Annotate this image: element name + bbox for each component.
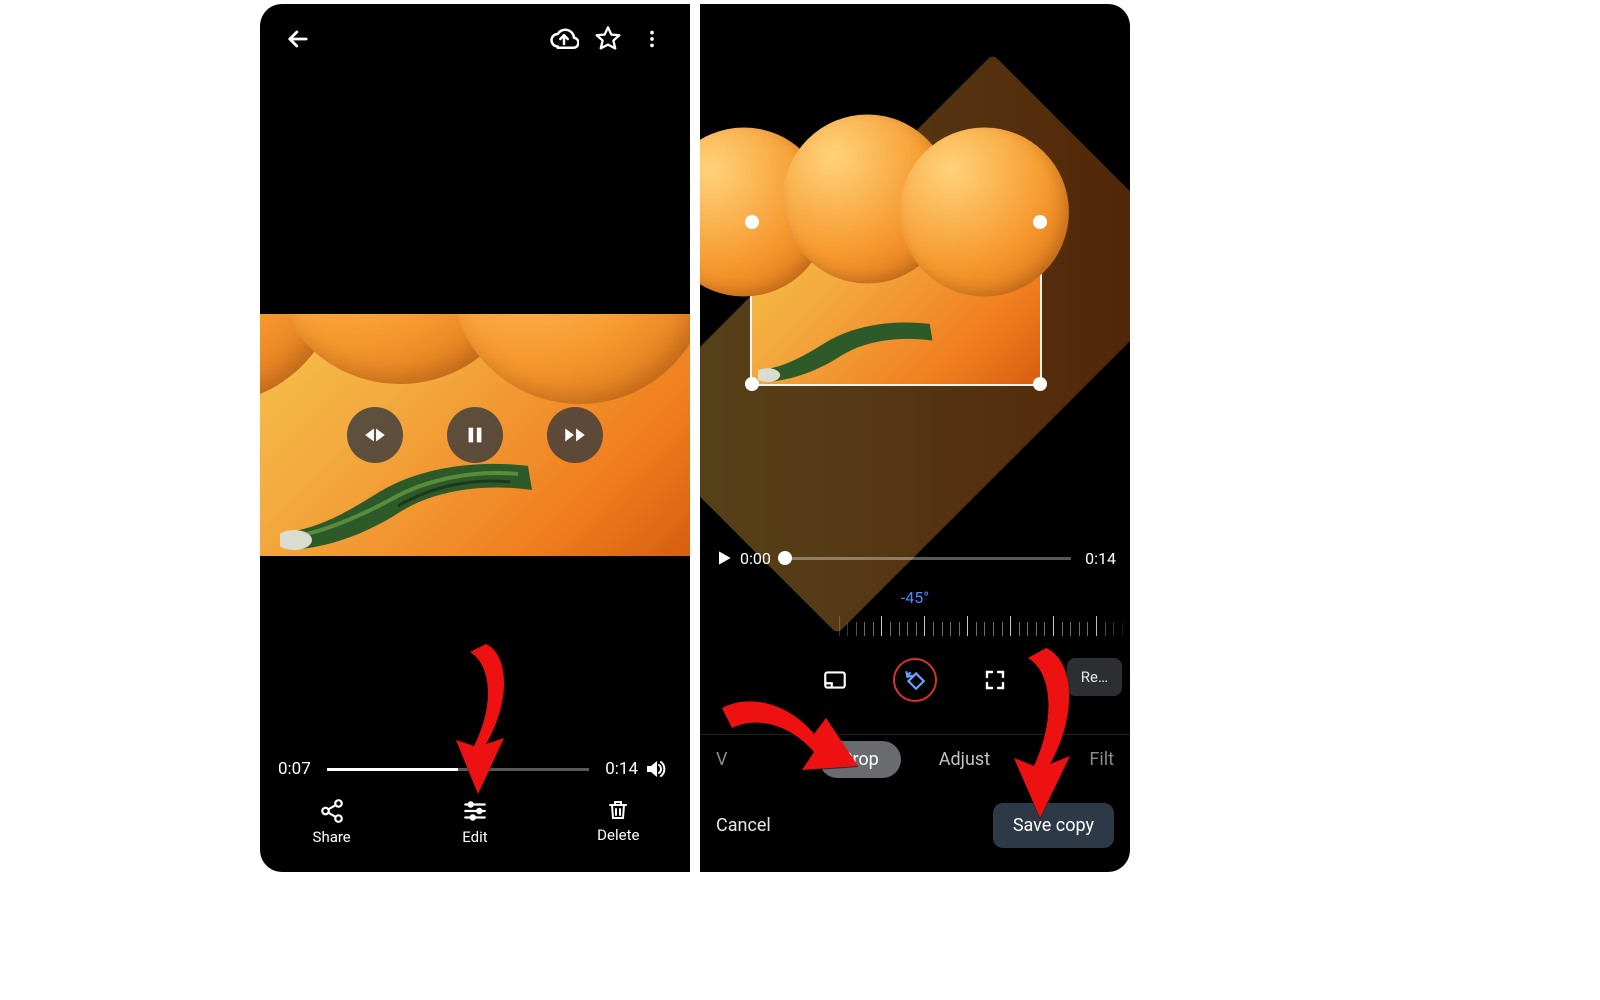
star-outline-icon[interactable] [586,17,630,61]
time-total: 0:14 [605,759,638,779]
crop-stem [758,318,938,388]
editor-time-total: 0:14 [1085,549,1116,568]
editor-time-current: 0:00 [740,549,771,568]
crop-box[interactable] [752,222,1040,384]
editor-thumb[interactable] [778,551,792,565]
viewer-screen: 0:07 0:14 Share Edit Delete [260,4,690,872]
edit-button[interactable]: Edit [430,798,520,846]
crop-handle-br[interactable] [1033,377,1047,391]
aspect-ratio-icon[interactable] [813,658,857,702]
progress-track[interactable] [327,768,589,771]
editor-footer: Cancel Save copy [700,796,1130,854]
crop-handle-bl[interactable] [745,377,759,391]
delete-label: Delete [597,826,639,844]
editor-screen: 0:00 0:14 -45° Re… V Crop Adjust Filt [700,4,1130,872]
expand-icon[interactable] [973,658,1017,702]
reset-chip[interactable]: Re… [1067,658,1122,696]
crop-tool-row [700,654,1130,706]
rotate-icon[interactable] [893,658,937,702]
cancel-button[interactable]: Cancel [716,815,771,836]
mode-tabs: V Crop Adjust Filt [700,734,1130,784]
angle-label: -45° [700,588,1130,607]
save-copy-button[interactable]: Save copy [993,803,1114,848]
cloud-upload-icon[interactable] [542,17,586,61]
tab-crop[interactable]: Crop [819,741,901,778]
overflow-menu-icon[interactable] [630,17,674,61]
pumpkin-stem [280,460,540,556]
forward-button[interactable] [547,407,603,463]
bottom-action-bar: Share Edit Delete [260,798,690,864]
share-label: Share [313,828,351,846]
editor-track[interactable] [785,557,1071,560]
share-button[interactable]: Share [287,798,377,846]
progress-fill [327,768,458,771]
play-icon[interactable] [714,548,740,568]
rewind-button[interactable] [347,407,403,463]
edit-label: Edit [462,828,487,846]
video-frame[interactable] [260,314,690,556]
progress-row: 0:07 0:14 [260,750,690,788]
tab-video-partial[interactable]: V [708,749,735,770]
back-icon[interactable] [276,17,320,61]
angle-ruler[interactable] [830,612,1130,636]
crop-handle-tl[interactable] [745,215,759,229]
delete-button[interactable]: Delete [573,798,663,844]
playback-controls [347,407,603,463]
viewer-topbar [260,4,690,74]
editor-progress-row: 0:00 0:14 [700,538,1130,578]
pause-button[interactable] [447,407,503,463]
time-current: 0:07 [278,759,311,779]
volume-icon[interactable] [638,747,672,791]
crop-handle-tr[interactable] [1033,215,1047,229]
tab-filters-partial[interactable]: Filt [1081,749,1122,770]
tab-adjust[interactable]: Adjust [931,749,998,770]
